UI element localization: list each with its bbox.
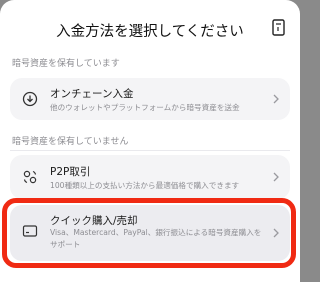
chevron-right-icon	[273, 172, 279, 182]
p2p-title: P2P取引	[50, 166, 91, 178]
section-divider	[10, 150, 290, 151]
p2p-option[interactable]: P2P取引 100種類以上の支払い方法から最適価格で購入できます	[10, 155, 290, 199]
credit-card-icon	[22, 225, 38, 237]
chevron-right-icon	[273, 94, 279, 104]
p2p-exchange-icon	[23, 170, 37, 184]
onchain-deposit-option[interactable]: オンチェーン入金 他のウォレットやプラットフォームから暗号資産を送金	[10, 78, 290, 120]
p2p-desc: 100種類以上の支払い方法から最適価格で購入できます	[50, 181, 240, 190]
quick-buy-sell-desc: Visa、Mastercard、PayPal、銀行振込による暗号資産購入をサポー…	[50, 228, 262, 249]
quick-buy-sell-title: クイック購入/売却	[50, 215, 138, 227]
close-icon[interactable]	[272, 19, 286, 37]
deposit-method-sheet: 入金方法を選択してください 暗号資産を保有しています オンチェーン入金 他のウォ…	[0, 0, 300, 282]
chevron-right-icon	[273, 228, 279, 238]
onchain-deposit-title: オンチェーン入金	[50, 88, 134, 100]
sheet-title: 入金方法を選択してください	[56, 24, 244, 40]
sheet-header: 入金方法を選択してください	[0, 0, 300, 54]
quick-buy-sell-option[interactable]: クイック購入/売却 Visa、Mastercard、PayPal、銀行振込による…	[10, 205, 290, 261]
section-label-has-crypto: 暗号資産を保有しています	[12, 59, 120, 69]
section-label-no-crypto: 暗号資産を保有していません	[12, 137, 129, 147]
onchain-deposit-desc: 他のウォレットやプラットフォームから暗号資産を送金	[50, 103, 240, 112]
download-circle-icon	[22, 91, 38, 107]
